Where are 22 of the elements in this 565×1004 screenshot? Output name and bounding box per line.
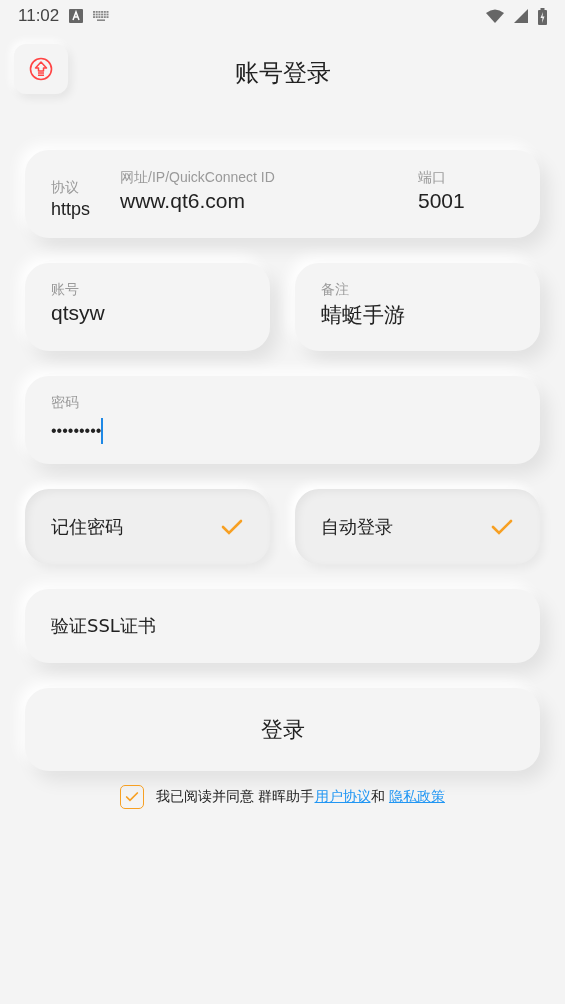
ssl-toggle[interactable]: 验证SSL证书 xyxy=(25,589,540,663)
port-field[interactable]: 端口 5001 xyxy=(418,169,514,213)
wifi-icon xyxy=(486,9,504,23)
option-toggle[interactable]: 记住密码 xyxy=(25,489,270,564)
signal-icon xyxy=(514,9,528,23)
address-field[interactable]: 网址/IP/QuickConnect ID www.qt6.com xyxy=(120,169,388,213)
login-button[interactable]: 登录 xyxy=(25,688,540,771)
password-value: ••••••••• xyxy=(51,422,102,440)
protocol-field[interactable]: 协议 https xyxy=(51,178,91,220)
option-toggle[interactable]: 自动登录 xyxy=(295,489,540,564)
note-field[interactable]: 备注 蜻蜓手游 xyxy=(295,263,540,351)
upload-icon xyxy=(29,57,53,81)
account-field[interactable]: 账号 qtsyw xyxy=(25,263,270,351)
notification-icon xyxy=(69,9,84,23)
password-field[interactable]: 密码 ••••••••• xyxy=(25,376,540,464)
keyboard-icon xyxy=(93,11,110,21)
page-title: 账号登录 xyxy=(234,58,331,89)
battery-icon xyxy=(538,7,547,25)
logout-button[interactable] xyxy=(14,44,68,94)
agreement-text: 我已阅读并同意 群晖助手用户协议和 隐私政策 xyxy=(156,788,445,806)
status-time: 11:02 xyxy=(18,6,60,26)
agreement-checkbox[interactable] xyxy=(120,785,145,809)
